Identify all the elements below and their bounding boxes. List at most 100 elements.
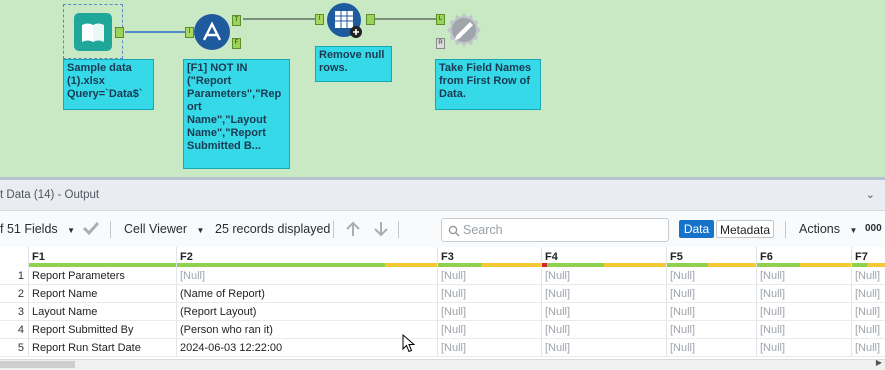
cell[interactable]: [Null]	[542, 339, 667, 357]
cell[interactable]: [Null]	[757, 321, 852, 339]
column-header-f7[interactable]: F7	[852, 247, 885, 267]
cleanse-tool-input-anchor[interactable]: I	[315, 14, 324, 25]
cell[interactable]: [Null]	[438, 339, 542, 357]
cell[interactable]: Report Run Start Date	[29, 339, 177, 357]
toolbar-divider	[333, 221, 334, 238]
cell[interactable]: [Null]	[852, 321, 885, 339]
filter-false-anchor[interactable]: F	[232, 38, 241, 49]
column-header-f1[interactable]: F1	[29, 247, 177, 267]
horizontal-scrollbar[interactable]: ▶	[0, 358, 885, 370]
filter-true-anchor[interactable]: T	[232, 15, 241, 26]
rename-left-anchor[interactable]: L	[436, 14, 445, 25]
more-options-button[interactable]: 000	[865, 223, 882, 234]
records-count: 25 records displayed	[215, 222, 331, 236]
results-title: t Data (14) - Output	[0, 189, 100, 201]
cell[interactable]: [Null]	[438, 303, 542, 321]
cell[interactable]: (Name of Report)	[177, 285, 438, 303]
cell[interactable]: [Null]	[542, 303, 667, 321]
row-number: 2	[0, 285, 29, 303]
arrow-up-icon[interactable]	[344, 220, 362, 241]
right-anchor-label: R	[438, 40, 443, 46]
cell[interactable]: [Null]	[438, 285, 542, 303]
cell[interactable]: [Null]	[667, 339, 757, 357]
column-header-f4[interactable]: F4	[542, 247, 667, 267]
book-icon	[74, 13, 112, 51]
cell[interactable]: Report Submitted By	[29, 321, 177, 339]
metadata-tab-button[interactable]: Metadata	[716, 220, 774, 238]
cell[interactable]: [Null]	[667, 321, 757, 339]
fields-label: f 51 Fields	[0, 222, 58, 236]
cell[interactable]: Report Parameters	[29, 267, 177, 285]
cell[interactable]: [Null]	[438, 267, 542, 285]
workflow-canvas[interactable]: Sample data (1).xlsx Query=`Data$` I T F…	[0, 0, 885, 177]
cell[interactable]: [Null]	[177, 267, 438, 285]
search-placeholder: Search	[463, 223, 503, 237]
column-header-f5[interactable]: F5	[667, 247, 757, 267]
filter-tool[interactable]	[193, 13, 231, 51]
cell[interactable]: [Null]	[667, 267, 757, 285]
scroll-right-icon[interactable]: ▶	[876, 358, 882, 367]
search-icon	[448, 225, 460, 237]
column-header-f6[interactable]: F6	[757, 247, 852, 267]
dynamic-rename-tool[interactable]	[445, 11, 483, 51]
caret-down-icon: ▼	[849, 226, 858, 235]
rename-right-anchor[interactable]: R	[436, 38, 445, 49]
cell[interactable]: [Null]	[852, 267, 885, 285]
cell[interactable]: [Null]	[438, 321, 542, 339]
cell[interactable]: [Null]	[542, 285, 667, 303]
row-number: 3	[0, 303, 29, 321]
chevron-down-icon[interactable]: ⌄	[866, 188, 875, 201]
search-input[interactable]: Search	[441, 218, 669, 242]
cell[interactable]: [Null]	[757, 267, 852, 285]
false-anchor-label: F	[234, 40, 239, 46]
cell[interactable]: [Null]	[542, 321, 667, 339]
scrollbar-thumb[interactable]	[0, 361, 75, 368]
cell-viewer-dropdown[interactable]: Cell Viewer ▼	[124, 222, 204, 236]
input-tool[interactable]	[63, 4, 123, 59]
cell[interactable]: [Null]	[852, 285, 885, 303]
results-toolbar: f 51 Fields ▼ Cell Viewer ▼ 25 records d…	[0, 211, 885, 247]
column-label: F1	[32, 251, 45, 263]
actions-label: Actions	[799, 222, 840, 236]
cell[interactable]: Layout Name	[29, 303, 177, 321]
cleanse-icon	[327, 3, 362, 38]
filter-tool-annotation: [F1] NOT IN ("Report Parameters","Rep or…	[183, 59, 290, 169]
cell[interactable]: 2024-06-03 12:22:00	[177, 339, 438, 357]
cell[interactable]: Report Name	[29, 285, 177, 303]
column-label: F2	[180, 251, 193, 263]
cleanse-tool-output-anchor[interactable]	[366, 14, 375, 25]
cell[interactable]: [Null]	[852, 339, 885, 357]
input-tool-annotation: Sample data (1).xlsx Query=`Data$`	[63, 59, 154, 110]
cell[interactable]: (Person who ran it)	[177, 321, 438, 339]
results-grid[interactable]: F1 F2 F3 F4 F5 F6 F7 1 Report Parameters…	[0, 247, 885, 359]
cell[interactable]: [Null]	[542, 267, 667, 285]
cell-viewer-label: Cell Viewer	[124, 222, 187, 236]
row-number: 5	[0, 339, 29, 357]
cell[interactable]: [Null]	[757, 339, 852, 357]
data-cleansing-tool[interactable]	[325, 2, 365, 40]
mouse-cursor-icon	[402, 334, 416, 353]
results-title-bar: t Data (14) - Output ⌄	[0, 180, 885, 211]
input-tool-output-anchor[interactable]	[115, 27, 124, 38]
column-label: F6	[760, 251, 773, 263]
actions-dropdown[interactable]: Actions ▼	[799, 222, 857, 236]
caret-down-icon: ▼	[196, 226, 205, 235]
arrow-down-icon[interactable]	[372, 220, 390, 241]
cell[interactable]: [Null]	[757, 285, 852, 303]
column-label: F5	[670, 251, 683, 263]
true-anchor-label: T	[234, 17, 239, 23]
left-anchor-label: L	[438, 16, 443, 22]
row-number: 4	[0, 321, 29, 339]
column-header-f3[interactable]: F3	[438, 247, 542, 267]
cell[interactable]: [Null]	[757, 303, 852, 321]
check-icon[interactable]	[82, 220, 100, 239]
cell[interactable]: [Null]	[667, 285, 757, 303]
cell[interactable]: (Report Layout)	[177, 303, 438, 321]
data-tab-button[interactable]: Data	[679, 220, 714, 238]
fields-dropdown[interactable]: f 51 Fields ▼	[0, 222, 75, 236]
cell[interactable]: [Null]	[667, 303, 757, 321]
row-number-header	[0, 247, 29, 267]
column-header-f2[interactable]: F2	[177, 247, 438, 267]
caret-down-icon: ▼	[67, 226, 76, 235]
cell[interactable]: [Null]	[852, 303, 885, 321]
